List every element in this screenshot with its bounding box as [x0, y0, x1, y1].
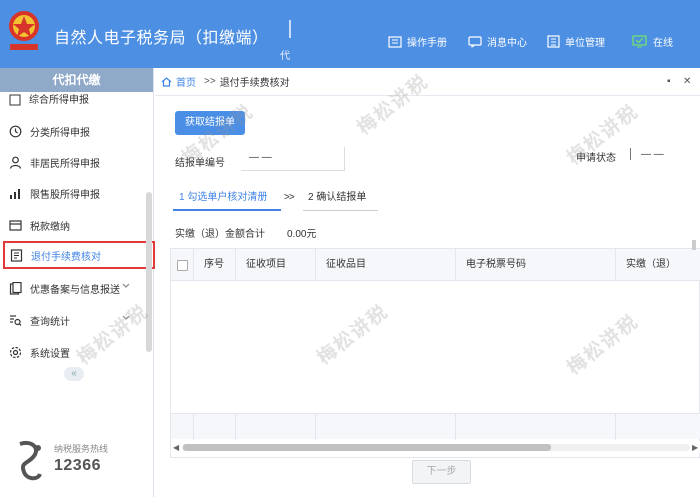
- status-label: 申请状态: [576, 153, 616, 164]
- sidebar-item-label: 退付手续费核对: [31, 251, 101, 263]
- clock-icon: [9, 125, 22, 137]
- breadcrumb-home-link[interactable]: 首页: [176, 74, 196, 89]
- chevron-down-icon: [122, 315, 130, 320]
- sidebar-item-label: 分类所得申报: [30, 127, 90, 139]
- tax-emblem-logo: [6, 8, 42, 54]
- footer-divider: [235, 414, 236, 440]
- manual-icon: [388, 35, 402, 48]
- breadcrumb-current: 退付手续费核对: [219, 78, 290, 89]
- sidebar-item-system-settings[interactable]: 系统设置: [0, 338, 145, 366]
- sidebar-item-label: 非居民所得申报: [30, 158, 100, 170]
- bar-chart-icon: [10, 188, 20, 199]
- col-levy-item: 征收项目: [235, 249, 315, 281]
- app-title: 自然人电子税务局（扣缴端）: [54, 30, 269, 47]
- company-manage-button[interactable]: 单位管理: [547, 34, 605, 49]
- step-select-household[interactable]: 1 勾选单户核对清册: [173, 188, 281, 211]
- payment-icon: [9, 219, 22, 231]
- sidebar-title: 代扣代缴: [0, 68, 153, 92]
- message-center-label: 消息中心: [487, 38, 527, 49]
- status-value: — —: [641, 149, 664, 160]
- scroll-thumb[interactable]: [183, 444, 551, 451]
- sidebar-item-label: 优惠备案与信息报送: [30, 284, 120, 296]
- sidebar-item-label: 限售股所得申报: [30, 189, 100, 201]
- page-scroll-marker: [692, 240, 696, 250]
- sidebar-item-restricted-stock[interactable]: 限售股所得申报: [0, 179, 145, 207]
- footer-divider: [455, 414, 456, 440]
- sidebar-item-comprehensive[interactable]: 综合所得申报: [0, 92, 145, 106]
- sidebar-item-label: 系统设置: [30, 348, 70, 360]
- app-header: 自然人电子税务局（扣缴端） 代 操作手册 消息中心 单位管理 在线: [0, 0, 700, 68]
- close-icon[interactable]: ✕: [683, 76, 691, 87]
- report-no-field: — —: [241, 147, 345, 171]
- step-arrow: >>: [284, 192, 295, 203]
- online-monitor-icon: [632, 35, 647, 48]
- total-label: 实缴（退）金额合计: [175, 229, 265, 240]
- col-levy-category: 征收品目: [315, 249, 455, 281]
- total-value: 0.00元: [287, 229, 317, 240]
- sidebar-item-classified[interactable]: 分类所得申报: [0, 117, 145, 145]
- restore-icon[interactable]: ▪: [667, 76, 671, 87]
- table-header: 序号 征收项目 征收品目 电子税票号码 实缴（退）: [171, 249, 700, 281]
- hotline-number: 12366: [54, 457, 101, 474]
- settings-icon: [9, 346, 22, 358]
- sidebar-item-tax-payment[interactable]: 税款缴纳: [0, 211, 145, 239]
- sidebar-scrollbar[interactable]: [146, 192, 152, 352]
- col-paid-amount: 实缴（退）: [615, 249, 700, 281]
- message-center-button[interactable]: 消息中心: [468, 34, 527, 49]
- collapse-sidebar-button[interactable]: «: [64, 367, 84, 381]
- hotline-label: 纳税服务热线: [54, 444, 109, 454]
- status-separator: [630, 148, 631, 160]
- message-icon: [468, 35, 482, 48]
- breadcrumb: 首页 >> 退付手续费核对: [155, 68, 700, 96]
- sidebar-item-refund-fee-check[interactable]: 退付手续费核对: [3, 241, 155, 269]
- breadcrumb-separator: >>: [204, 76, 216, 87]
- get-report-button[interactable]: 获取结报单: [175, 111, 245, 135]
- report-no-label: 结报单编号: [175, 158, 225, 169]
- footer-divider: [615, 414, 616, 440]
- scroll-right-icon[interactable]: ▶: [692, 443, 698, 452]
- sidebar-item-preferential-filing[interactable]: 优惠备案与信息报送: [0, 274, 145, 302]
- header-divider: [289, 20, 291, 38]
- sidebar-item-label: 查询统计: [30, 316, 70, 328]
- table-horizontal-scrollbar[interactable]: ◀ ▶: [171, 441, 700, 453]
- search-list-icon: [10, 314, 22, 326]
- file-icon: [9, 281, 22, 295]
- footer-divider: [193, 414, 194, 440]
- next-step-button[interactable]: 下一步: [412, 460, 471, 484]
- user-icon: [9, 156, 22, 169]
- footer-divider: [315, 414, 316, 440]
- sidebar-item-label: 税款缴纳: [30, 221, 70, 233]
- table-footer-row: [171, 413, 700, 440]
- main-panel: 首页 >> 退付手续费核对 ▪ ✕ 获取结报单 结报单编号 — — 申请状态 —…: [155, 68, 700, 497]
- manual-label: 操作手册: [407, 38, 447, 49]
- document-icon: [10, 248, 23, 262]
- manual-button[interactable]: 操作手册: [388, 34, 447, 49]
- sidebar-item-query-stats[interactable]: 查询统计: [0, 306, 145, 334]
- online-status-label: 在线: [653, 38, 673, 49]
- hotline-logo-icon: [19, 441, 42, 481]
- sidebar-item-label: 综合所得申报: [29, 95, 89, 106]
- header-sub-label: 代: [280, 51, 290, 62]
- select-all-checkbox[interactable]: [171, 249, 193, 281]
- scroll-left-icon[interactable]: ◀: [173, 443, 179, 452]
- col-index: 序号: [193, 249, 235, 281]
- home-icon: [161, 76, 172, 87]
- report-icon: [9, 94, 21, 106]
- sidebar: 代扣代缴 综合所得申报 分类所得申报 非居民所得申报 限售股所得申报 税款缴纳 …: [0, 68, 155, 497]
- company-icon: [547, 35, 560, 48]
- chevron-down-icon: [122, 283, 130, 288]
- hotline-block: 纳税服务热线 12366: [8, 440, 148, 490]
- step-confirm-report[interactable]: 2 确认结报单: [303, 188, 378, 211]
- sidebar-item-nonresident[interactable]: 非居民所得申报: [0, 148, 145, 176]
- company-manage-label: 单位管理: [565, 38, 605, 49]
- col-e-ticket-no: 电子税票号码: [455, 249, 615, 281]
- refund-table: 序号 征收项目 征收品目 电子税票号码 实缴（退） ◀ ▶: [170, 248, 700, 458]
- online-status-button[interactable]: 在线: [632, 34, 673, 49]
